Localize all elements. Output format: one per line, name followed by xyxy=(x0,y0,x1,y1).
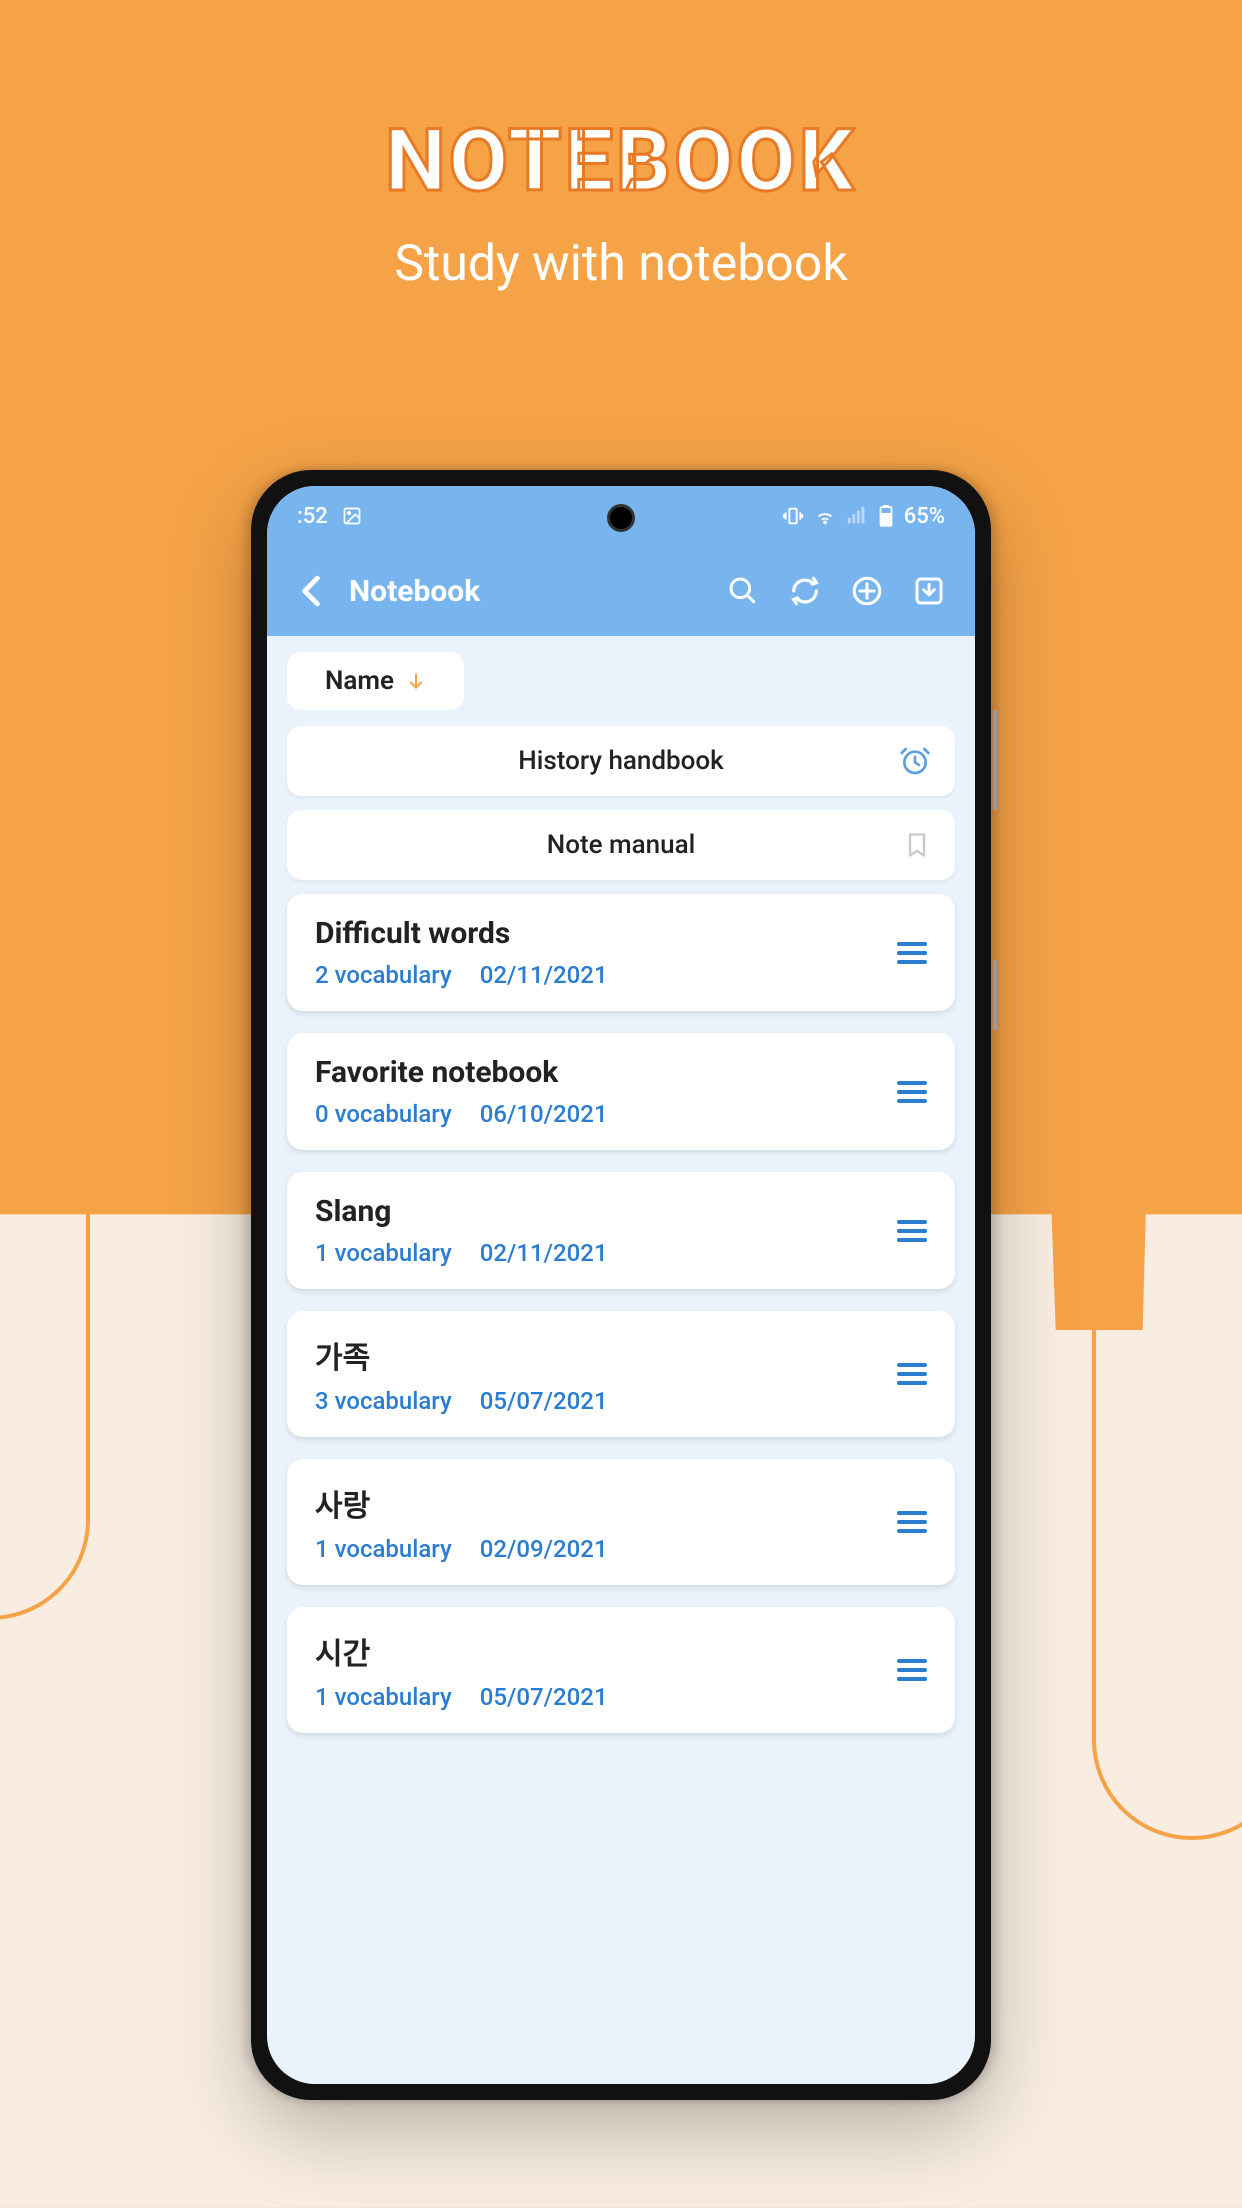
arrow-down-icon xyxy=(406,671,426,691)
search-button[interactable] xyxy=(721,569,765,613)
phone-side-button xyxy=(993,960,997,1030)
notebook-card[interactable]: 사랑 1 vocabulary 02/09/2021 xyxy=(287,1459,955,1585)
status-time: :52 xyxy=(297,504,328,529)
add-button[interactable] xyxy=(845,569,889,613)
notebook-menu-button[interactable] xyxy=(897,942,927,964)
clock-icon xyxy=(899,745,931,777)
notebook-card[interactable]: Slang 1 vocabulary 02/11/2021 xyxy=(287,1172,955,1289)
content-area: Name History handbook Note manual xyxy=(267,636,975,1771)
notebook-count: 0 vocabulary xyxy=(315,1100,452,1128)
notebook-title: 사랑 xyxy=(315,1481,897,1525)
notebook-count: 1 vocabulary xyxy=(315,1239,452,1267)
battery-icon xyxy=(878,505,894,527)
bg-decorative-pill-left xyxy=(0,900,90,1620)
notebook-menu-button[interactable] xyxy=(897,1511,927,1533)
promo-title: NOTEBOOK xyxy=(0,110,1242,211)
camera-notch xyxy=(607,504,635,532)
notebook-menu-button[interactable] xyxy=(897,1081,927,1103)
promo-subtitle: Study with notebook xyxy=(0,235,1242,293)
vibrate-icon xyxy=(782,505,804,527)
notebook-title: Favorite notebook xyxy=(315,1055,897,1090)
phone-side-button xyxy=(993,710,997,810)
sync-button[interactable] xyxy=(783,569,827,613)
back-button[interactable] xyxy=(291,575,331,607)
bg-decorative-pill-right xyxy=(1092,640,1242,1840)
signal-icon xyxy=(846,505,868,527)
notebook-count: 3 vocabulary xyxy=(315,1387,452,1415)
notebook-title: 가족 xyxy=(315,1333,897,1377)
notebook-date: 06/10/2021 xyxy=(480,1100,608,1128)
note-manual-row[interactable]: Note manual xyxy=(287,810,955,880)
notebook-count: 1 vocabulary xyxy=(315,1535,452,1563)
bookmark-icon xyxy=(903,829,931,861)
notebook-title: Slang xyxy=(315,1194,897,1229)
notebook-menu-button[interactable] xyxy=(897,1659,927,1681)
notebook-menu-button[interactable] xyxy=(897,1220,927,1242)
notebook-card[interactable]: Difficult words 2 vocabulary 02/11/2021 xyxy=(287,894,955,1011)
notebook-date: 02/11/2021 xyxy=(480,961,608,989)
sort-label: Name xyxy=(325,666,394,696)
app-bar: Notebook xyxy=(267,546,975,636)
notebook-date: 05/07/2021 xyxy=(480,1683,608,1711)
app-title: Notebook xyxy=(349,574,703,609)
notebook-title: 시간 xyxy=(315,1629,897,1673)
notebook-card[interactable]: 가족 3 vocabulary 05/07/2021 xyxy=(287,1311,955,1437)
notebook-date: 02/09/2021 xyxy=(480,1535,608,1563)
wifi-icon xyxy=(814,505,836,527)
sort-selector[interactable]: Name xyxy=(287,652,464,710)
notebook-card[interactable]: Favorite notebook 0 vocabulary 06/10/202… xyxy=(287,1033,955,1150)
download-button[interactable] xyxy=(907,569,951,613)
status-battery-percent: 65% xyxy=(904,504,945,529)
notebook-count: 2 vocabulary xyxy=(315,961,452,989)
note-manual-label: Note manual xyxy=(547,830,695,860)
notebook-count: 1 vocabulary xyxy=(315,1683,452,1711)
history-handbook-row[interactable]: History handbook xyxy=(287,726,955,796)
history-handbook-label: History handbook xyxy=(518,746,723,776)
phone-screen: :52 65% xyxy=(267,486,975,2084)
phone-mockup-frame: :52 65% xyxy=(251,470,991,2100)
notebook-card[interactable]: 시간 1 vocabulary 05/07/2021 xyxy=(287,1607,955,1733)
notebook-menu-button[interactable] xyxy=(897,1363,927,1385)
notebook-date: 05/07/2021 xyxy=(480,1387,608,1415)
notebook-date: 02/11/2021 xyxy=(480,1239,608,1267)
notebook-title: Difficult words xyxy=(315,916,897,951)
image-icon xyxy=(342,506,362,526)
